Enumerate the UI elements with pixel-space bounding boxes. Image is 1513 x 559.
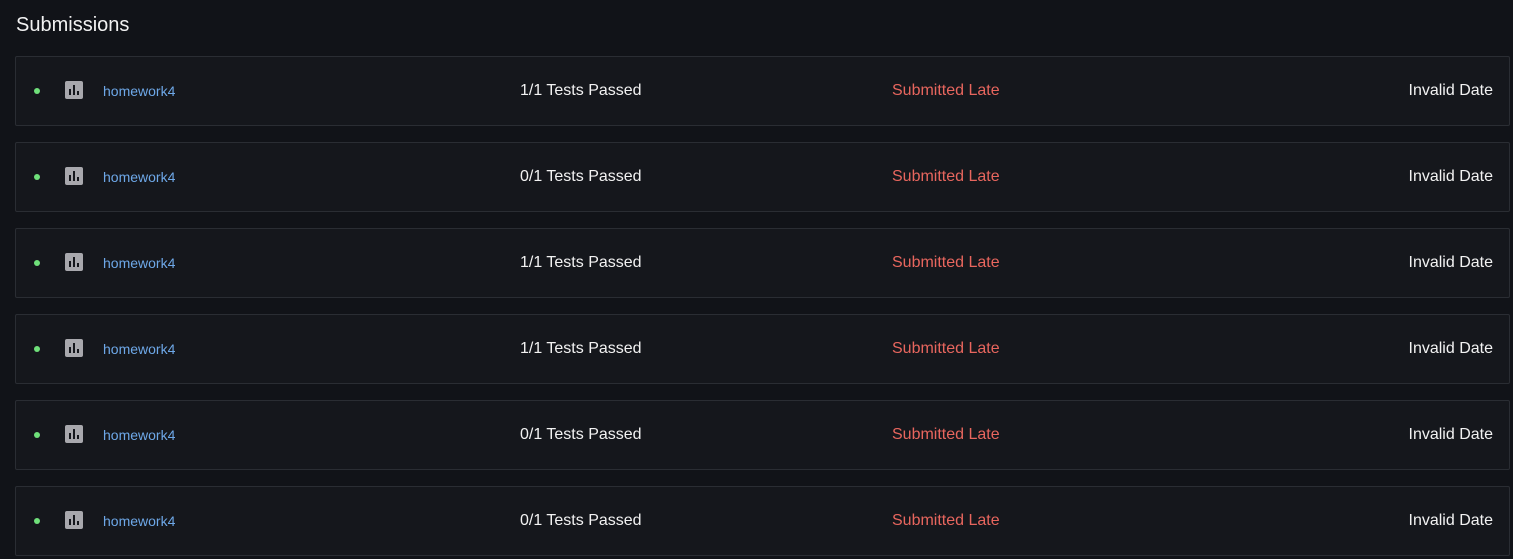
submission-date: Invalid Date bbox=[1408, 426, 1494, 443]
assignment-link[interactable]: homework4 bbox=[103, 426, 175, 444]
bar-chart-icon[interactable] bbox=[65, 81, 83, 99]
submission-row[interactable]: homework4 0/1 Tests Passed Submitted Lat… bbox=[15, 142, 1510, 212]
submission-date: Invalid Date bbox=[1408, 82, 1494, 99]
assignment-link[interactable]: homework4 bbox=[103, 168, 175, 186]
bar-chart-icon[interactable] bbox=[65, 339, 83, 357]
bar-chart-icon[interactable] bbox=[65, 425, 83, 443]
bar-chart-icon[interactable] bbox=[65, 253, 83, 271]
tests-passed-text: 1/1 Tests Passed bbox=[520, 254, 642, 271]
submission-row[interactable]: homework4 0/1 Tests Passed Submitted Lat… bbox=[15, 400, 1510, 470]
status-dot-icon bbox=[34, 88, 40, 94]
late-status-text: Submitted Late bbox=[892, 426, 1000, 443]
tests-passed-text: 0/1 Tests Passed bbox=[520, 512, 642, 529]
tests-passed-text: 1/1 Tests Passed bbox=[520, 340, 642, 357]
tests-passed-text: 0/1 Tests Passed bbox=[520, 426, 642, 443]
assignment-link[interactable]: homework4 bbox=[103, 512, 175, 530]
late-status-text: Submitted Late bbox=[892, 254, 1000, 271]
status-dot-icon bbox=[34, 518, 40, 524]
bar-chart-icon[interactable] bbox=[65, 511, 83, 529]
status-dot-icon bbox=[34, 432, 40, 438]
submission-date: Invalid Date bbox=[1408, 340, 1494, 357]
assignment-link[interactable]: homework4 bbox=[103, 254, 175, 272]
tests-passed-text: 1/1 Tests Passed bbox=[520, 82, 642, 99]
submission-row[interactable]: homework4 1/1 Tests Passed Submitted Lat… bbox=[15, 314, 1510, 384]
late-status-text: Submitted Late bbox=[892, 512, 1000, 529]
status-dot-icon bbox=[34, 346, 40, 352]
submissions-list: homework4 1/1 Tests Passed Submitted Lat… bbox=[15, 56, 1510, 559]
status-dot-icon bbox=[34, 260, 40, 266]
submission-date: Invalid Date bbox=[1408, 512, 1494, 529]
submissions-page: Submissions homework4 1/1 Tests Passed S… bbox=[0, 0, 1513, 559]
status-dot-icon bbox=[34, 174, 40, 180]
assignment-link[interactable]: homework4 bbox=[103, 340, 175, 358]
tests-passed-text: 0/1 Tests Passed bbox=[520, 168, 642, 185]
submission-date: Invalid Date bbox=[1408, 254, 1494, 271]
submission-row[interactable]: homework4 1/1 Tests Passed Submitted Lat… bbox=[15, 228, 1510, 298]
late-status-text: Submitted Late bbox=[892, 82, 1000, 99]
submission-row[interactable]: homework4 0/1 Tests Passed Submitted Lat… bbox=[15, 486, 1510, 556]
page-title: Submissions bbox=[16, 14, 130, 36]
submission-row[interactable]: homework4 1/1 Tests Passed Submitted Lat… bbox=[15, 56, 1510, 126]
late-status-text: Submitted Late bbox=[892, 168, 1000, 185]
submission-date: Invalid Date bbox=[1408, 168, 1494, 185]
assignment-link[interactable]: homework4 bbox=[103, 82, 175, 100]
bar-chart-icon[interactable] bbox=[65, 167, 83, 185]
late-status-text: Submitted Late bbox=[892, 340, 1000, 357]
